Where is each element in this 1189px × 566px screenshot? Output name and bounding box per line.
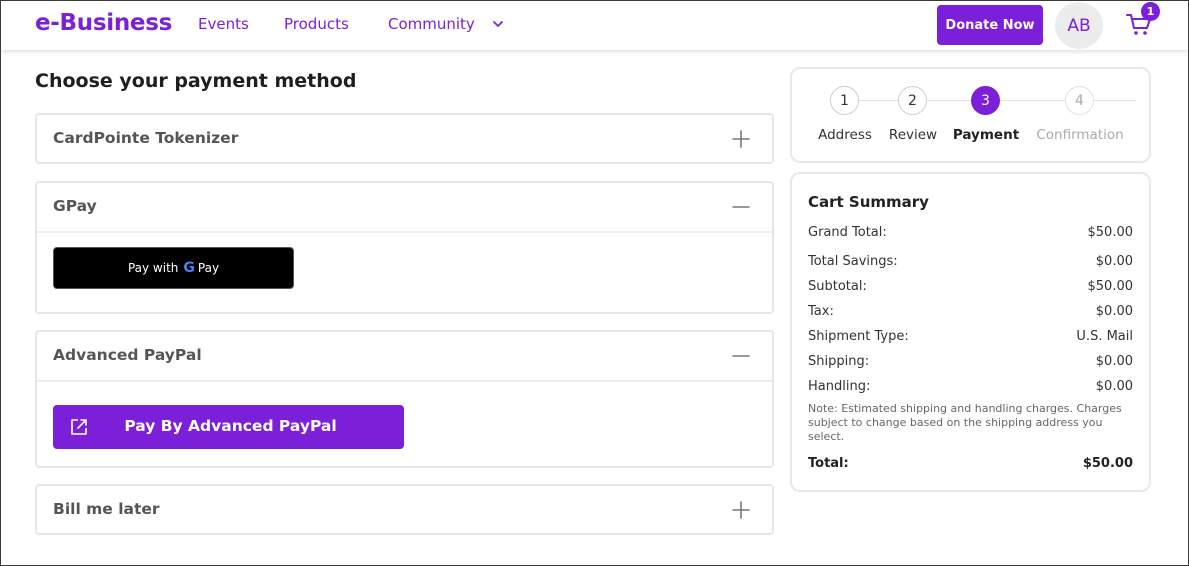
summary-label: Handling: — [808, 379, 871, 394]
gpay-button-text: Pay with — [127, 261, 179, 275]
pay-by-advanced-paypal-button[interactable]: Pay By Advanced PayPal — [53, 405, 404, 449]
nav-community-link[interactable]: Community — [388, 15, 475, 33]
summary-label: Tax: — [808, 304, 834, 319]
step-connector — [927, 100, 972, 101]
step-2-circle[interactable]: 2 — [898, 86, 927, 115]
step-3-label: Payment — [952, 127, 1020, 143]
minus-icon[interactable] — [732, 347, 750, 365]
step-4-label: Confirmation — [1036, 127, 1124, 143]
step-2-label[interactable]: Review — [889, 127, 937, 143]
panel-title: GPay — [53, 197, 97, 215]
top-nav-bar: e-Business Events Products Community Don… — [1, 1, 1188, 50]
google-pay-button[interactable]: Pay with G Pay — [53, 247, 294, 289]
gpay-brand-text: Pay — [197, 261, 220, 275]
step-1-label[interactable]: Address — [818, 127, 872, 143]
cart-count-badge: 1 — [1141, 2, 1160, 21]
summary-value: $0.00 — [1095, 354, 1133, 369]
step-connector — [1093, 100, 1136, 101]
summary-label: Shipping: — [808, 354, 870, 369]
page: e-Business Events Products Community Don… — [0, 0, 1189, 566]
payment-panel-advanced-paypal: Advanced PayPal Pay By Advanced PayPal — [35, 330, 774, 468]
plus-icon[interactable] — [732, 130, 750, 148]
summary-label: Total: — [808, 456, 849, 471]
summary-value: $0.00 — [1095, 304, 1133, 319]
logo[interactable]: e-Business — [35, 10, 172, 36]
panel-header[interactable]: CardPointe Tokenizer — [37, 115, 772, 163]
donate-now-button[interactable]: Donate Now — [937, 5, 1043, 45]
cart-summary: Cart Summary Grand Total: $50.00 Total S… — [790, 172, 1151, 492]
summary-value: $50.00 — [1087, 279, 1134, 294]
summary-label: Shipment Type: — [808, 329, 909, 344]
payment-panel-gpay: GPay Pay with G Pay — [35, 181, 774, 314]
panel-header[interactable]: Advanced PayPal — [37, 332, 772, 380]
shipping-note: Note: Estimated shipping and handling ch… — [808, 402, 1122, 443]
step-3-circle: 3 — [971, 86, 1000, 115]
cart-summary-title: Cart Summary — [808, 193, 929, 211]
summary-value: U.S. Mail — [1076, 329, 1133, 344]
paypal-button-label: Pay By Advanced PayPal — [124, 417, 337, 435]
checkout-stepper: 1 2 3 4 Address Review Payment Confirmat… — [790, 67, 1151, 163]
summary-value: $0.00 — [1095, 379, 1133, 394]
nav-products-link[interactable]: Products — [284, 15, 349, 33]
summary-label: Subtotal: — [808, 279, 867, 294]
panel-title: Advanced PayPal — [53, 346, 202, 364]
avatar[interactable]: AB — [1055, 2, 1103, 49]
summary-value: $50.00 — [1087, 225, 1134, 240]
panel-header[interactable]: GPay — [37, 183, 772, 231]
panel-body: Pay By Advanced PayPal — [37, 380, 772, 466]
summary-label: Total Savings: — [808, 254, 898, 269]
summary-value: $0.00 — [1095, 254, 1133, 269]
panel-title: CardPointe Tokenizer — [53, 129, 239, 147]
step-4-circle: 4 — [1065, 86, 1094, 115]
panel-header[interactable]: Bill me later — [37, 486, 772, 534]
minus-icon[interactable] — [732, 198, 750, 216]
panel-title: Bill me later — [53, 500, 160, 518]
nav-events-link[interactable]: Events — [198, 15, 249, 33]
panel-body: Pay with G Pay — [37, 231, 772, 312]
google-g-icon: G — [183, 260, 195, 276]
payment-panel-bill-me-later: Bill me later — [35, 484, 774, 535]
step-1-circle[interactable]: 1 — [830, 86, 859, 115]
chevron-down-icon[interactable] — [492, 18, 504, 30]
payment-panel-cardpointe: CardPointe Tokenizer — [35, 113, 774, 164]
summary-value: $50.00 — [1082, 456, 1133, 471]
plus-icon[interactable] — [732, 501, 750, 519]
page-title: Choose your payment method — [35, 70, 357, 92]
summary-label: Grand Total: — [808, 225, 887, 240]
